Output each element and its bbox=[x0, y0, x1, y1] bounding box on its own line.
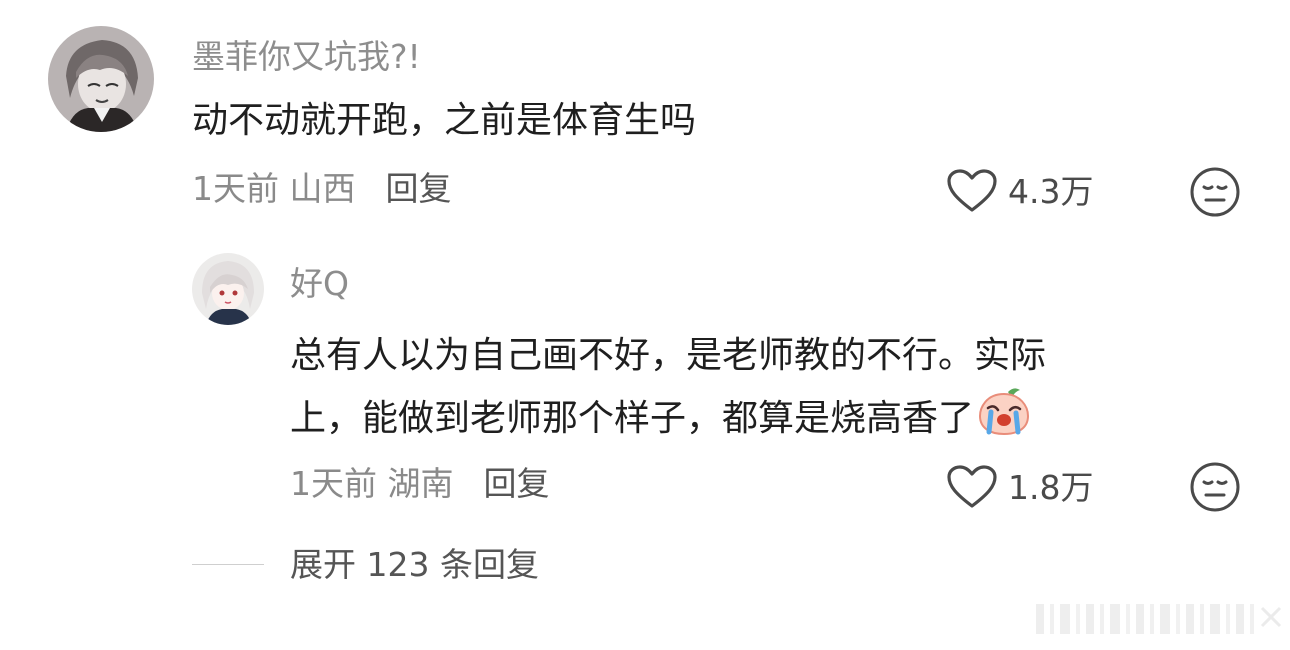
reply-text-line1: 总有人以为自己画不好，是老师教的不行。实际 bbox=[290, 335, 1047, 376]
meh-face-icon bbox=[1190, 167, 1240, 217]
reply-dislike-button[interactable] bbox=[1189, 461, 1241, 517]
avatar-commenter-icon bbox=[48, 26, 154, 132]
expand-replies-label: 展开 123 条回复 bbox=[290, 545, 539, 584]
avatar-commenter[interactable] bbox=[48, 26, 154, 132]
comment-reply-button[interactable]: 回复 bbox=[386, 169, 452, 208]
crying-peach-emoji bbox=[976, 386, 1032, 454]
reply-reply-button[interactable]: 回复 bbox=[484, 464, 550, 503]
reply-text-line2-wrap: 上，能做到老师那个样子，都算是烧高香了 bbox=[290, 386, 1032, 454]
avatar-replier[interactable] bbox=[192, 253, 264, 325]
comment-time-location: 1天前 山西 bbox=[192, 169, 356, 208]
replier-username[interactable]: 好Q bbox=[290, 267, 349, 300]
expand-replies-button[interactable]: 展开 123 条回复 bbox=[192, 548, 539, 581]
reply-like-button[interactable]: 1.8万 bbox=[946, 464, 1093, 510]
barcode-watermark-icon bbox=[1036, 604, 1282, 634]
heart-icon bbox=[947, 169, 997, 212]
commenter-username[interactable]: 墨菲你又坑我?! bbox=[192, 40, 421, 73]
comment-meta: 1天前 山西 回复 bbox=[192, 172, 452, 205]
comment-like-button[interactable]: 4.3万 bbox=[946, 168, 1093, 214]
reply-meta: 1天前 湖南 回复 bbox=[290, 467, 550, 500]
meh-face-icon bbox=[1190, 462, 1240, 512]
avatar-replier-icon bbox=[192, 253, 264, 325]
expand-divider-line bbox=[192, 564, 264, 565]
reply-like-count: 1.8万 bbox=[1008, 467, 1094, 507]
reply-text-line2: 上，能做到老师那个样子，都算是烧高香了 bbox=[290, 398, 975, 439]
comment-dislike-button[interactable] bbox=[1189, 166, 1241, 222]
comment-text: 动不动就开跑，之前是体育生吗 bbox=[192, 100, 697, 141]
heart-icon bbox=[947, 465, 997, 508]
reply-time-location: 1天前 湖南 bbox=[290, 464, 454, 503]
crying-peach-icon bbox=[979, 388, 1030, 436]
watermark-barcode bbox=[1036, 600, 1286, 642]
comment-like-count: 4.3万 bbox=[1008, 171, 1094, 211]
